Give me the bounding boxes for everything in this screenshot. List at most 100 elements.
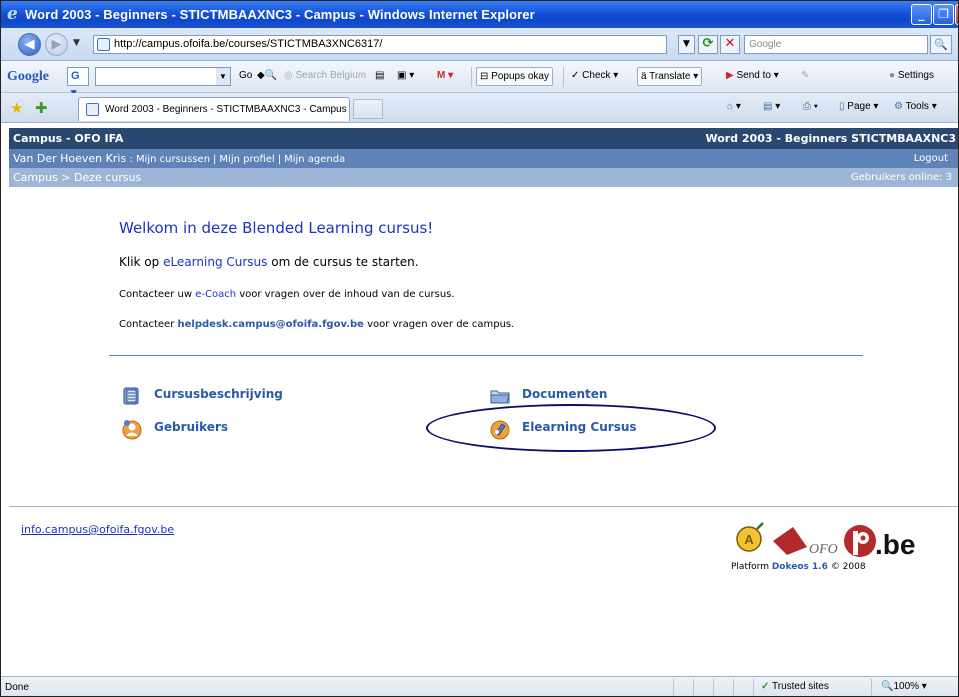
zoom-icon: 🔍 (881, 681, 894, 692)
feeds-icon[interactable]: ▤ ▾ (763, 101, 780, 112)
back-button[interactable]: ◀ (18, 33, 41, 56)
history-dropdown-icon[interactable]: ▼ (73, 38, 80, 48)
search-icon[interactable]: ◆🔍 (257, 70, 277, 81)
refresh-icon[interactable]: ⟳ (698, 35, 718, 54)
course-description-label: Cursusbeschrijving (154, 387, 283, 401)
forward-button[interactable]: ▶ (45, 33, 68, 56)
tab-label: Word 2003 - Beginners - STICTMBAAXNC3 - … (105, 104, 347, 115)
url-field[interactable]: http://campus.ofoifa.be/courses/STICTMBA… (93, 35, 667, 54)
spellcheck-icon: ✓ (571, 70, 580, 81)
favorites-star-icon[interactable]: ★ (10, 99, 23, 117)
svg-text:A: A (744, 532, 754, 547)
translate-icon: ä (641, 71, 647, 82)
translate-label: Translate (649, 71, 691, 82)
campus-title[interactable]: Campus - OFO IFA (13, 128, 123, 149)
status-divider (733, 679, 734, 696)
security-zone[interactable]: ✓ Trusted sites (761, 681, 829, 692)
intro-text: voor vragen over de campus. (363, 319, 515, 330)
footer-email-link[interactable]: info.campus@ofoifa.fgov.be (21, 523, 174, 536)
platform-credit: Platform Dokeos 1.6 © 2008 (731, 562, 866, 572)
toolbar-separator (471, 67, 472, 87)
gear-icon: ⚙ (894, 101, 903, 112)
elearning-link[interactable]: eLearning Cursus (163, 255, 267, 269)
translate-button[interactable]: ä Translate ▾ (637, 67, 703, 86)
svg-text:OFO: OFO (809, 542, 838, 557)
settings-button[interactable]: ● Settings (889, 70, 934, 81)
maximize-button[interactable]: ❐ (933, 4, 954, 25)
check-label: Check (582, 70, 611, 81)
chevron-down-icon[interactable]: ▼ (216, 68, 230, 85)
page-content: Campus - OFO IFA Word 2003 - Beginners S… (1, 123, 958, 676)
spellcheck-button[interactable]: ✓ Check ▾ (571, 70, 618, 81)
intro-text: Contacteer uw (119, 289, 196, 300)
address-toolbar: ◀ ▶ ▼ http://campus.ofoifa.be/courses/ST… (1, 28, 958, 61)
ofo-logo-icon: OFO (773, 527, 838, 557)
user-nav: Van Der Hoeven Kris : Mijn cursussen | Mij… (13, 149, 345, 169)
breadcrumb-bar: Campus > Deze cursus Gebruikers online: … (9, 168, 958, 187)
google-logo: Google (7, 69, 49, 84)
welcome-heading: Welkom in deze Blended Learning cursus! (119, 219, 434, 237)
section-divider (109, 355, 863, 356)
highlight-icon[interactable]: ✎ (801, 70, 809, 81)
nav-my-courses[interactable]: Mijn cursussen (136, 154, 210, 165)
documents-label: Documenten (522, 387, 608, 401)
home-icon[interactable]: ⌂ ▾ (727, 101, 741, 112)
page-icon (86, 103, 99, 116)
user-name: Van Der Hoeven Kris (13, 152, 127, 165)
tools-menu[interactable]: ⚙ Tools ▾ (894, 101, 937, 112)
nav-separator: | (213, 154, 217, 165)
user-nav-bar: Van Der Hoeven Kris : Mijn cursussen | Mij… (9, 149, 958, 168)
checkmark-icon: ✓ (761, 681, 770, 692)
platform-prefix: Platform (731, 562, 772, 572)
settings-label: Settings (897, 70, 934, 81)
nav-my-agenda[interactable]: Mijn agenda (284, 154, 345, 165)
search-input[interactable]: Google (744, 35, 928, 54)
logout-link[interactable]: Logout (914, 149, 948, 168)
zoom-control[interactable]: 🔍100% ▾ (881, 681, 927, 692)
status-divider (713, 679, 714, 696)
popups-label: Popups okay (491, 71, 549, 82)
send-to-button[interactable]: ▶ Send to ▾ (726, 70, 779, 81)
annotation-ellipse (426, 404, 716, 452)
search-site-label: Search Belgium (295, 70, 367, 81)
popups-button[interactable]: ⊟ Popups okay (476, 67, 553, 86)
page-menu[interactable]: ▯ Page ▾ (839, 101, 878, 112)
intro-text: Contacteer (119, 319, 178, 330)
status-divider (753, 679, 754, 696)
google-engine-dropdown[interactable]: G ▾ (67, 67, 89, 99)
search-site-button[interactable]: ◎ Search Belgium (284, 70, 366, 81)
zoom-level: 100% (893, 681, 920, 692)
intro-line-elearning: Klik op eLearning Cursus om de cursus te… (119, 255, 419, 269)
status-divider (673, 679, 674, 696)
partner-logos: A OFO .be (736, 522, 915, 560)
minimize-button[interactable]: _ (911, 4, 932, 25)
close-button[interactable] (955, 4, 958, 25)
browser-window: e Word 2003 - Beginners - STICTMBAAXNC3 … (0, 0, 959, 697)
nav-my-profile[interactable]: Mijn profiel (219, 154, 274, 165)
dokeos-link[interactable]: Dokeos 1.6 (772, 562, 828, 572)
go-button[interactable]: Go (239, 70, 252, 81)
intro-text: voor vragen over de inhoud van de cursus… (236, 289, 455, 300)
status-bar: Done ✓ Trusted sites 🔍100% ▾ (1, 676, 958, 696)
print-icon[interactable]: ⎙ ▾ (803, 101, 818, 112)
helpdesk-email-link[interactable]: helpdesk.campus@ofoifa.fgov.be (178, 319, 364, 330)
belgium-be-logo-icon: .be (844, 525, 915, 560)
course-title[interactable]: Word 2003 - Beginners STICTMBAAXNC3 (705, 128, 956, 149)
breadcrumb[interactable]: Campus > Deze cursus (13, 168, 141, 187)
tab-active[interactable]: Word 2003 - Beginners - STICTMBAAXNC3 - … (78, 97, 350, 121)
bookmark-icon[interactable]: ▤ (375, 70, 384, 81)
url-dropdown-icon[interactable]: ▼ (678, 35, 695, 54)
news-icon[interactable]: ▣ ▾ (397, 70, 414, 81)
status-text: Done (5, 682, 29, 693)
search-icon[interactable]: 🔍 (930, 35, 952, 54)
new-tab-button[interactable] (353, 99, 383, 119)
title-bar: e Word 2003 - Beginners - STICTMBAAXNC3 … (1, 1, 958, 28)
google-search-input[interactable] (95, 67, 231, 86)
ecoach-link[interactable]: e-Coach (195, 289, 236, 300)
url-text: http://campus.ofoifa.be/courses/STICTMBA… (114, 38, 383, 50)
gmail-icon[interactable]: M ▾ (437, 70, 453, 81)
google-engine-label: G (71, 70, 80, 82)
add-favorites-icon[interactable]: ✚ (35, 99, 48, 117)
send-to-label: Send to (736, 70, 771, 81)
stop-icon[interactable]: ✕ (720, 35, 740, 54)
